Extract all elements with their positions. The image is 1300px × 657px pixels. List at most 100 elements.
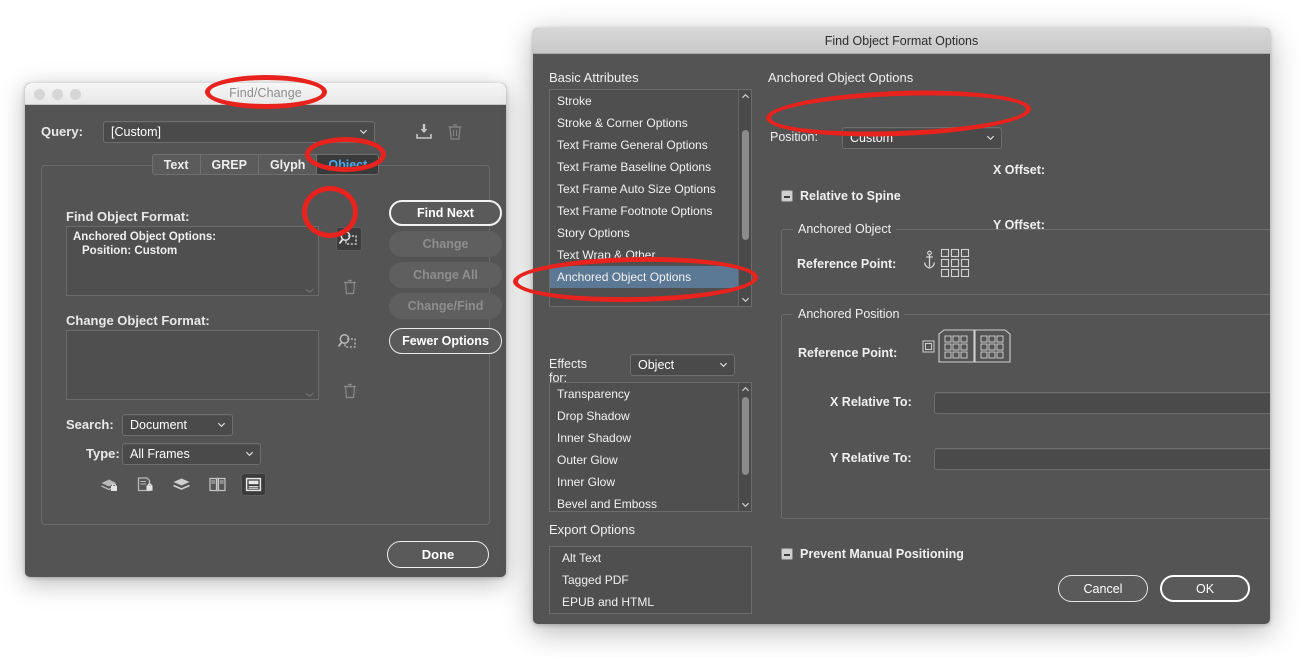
list-item-drop-shadow[interactable]: Drop Shadow bbox=[550, 405, 751, 427]
resize-grip-icon bbox=[305, 289, 314, 293]
search-scope-select[interactable]: Document bbox=[122, 414, 233, 436]
list-item-outer-glow[interactable]: Outer Glow bbox=[550, 449, 751, 471]
tab-glyph[interactable]: Glyph bbox=[258, 154, 318, 175]
anchored-object-legend: Anchored Object bbox=[793, 222, 897, 236]
chevron-up-icon[interactable] bbox=[741, 385, 750, 394]
include-locked-stories-icon[interactable] bbox=[133, 473, 158, 496]
list-item-alt-text[interactable]: Alt Text bbox=[550, 547, 751, 569]
list-item-text-frame-general-options[interactable]: Text Frame General Options bbox=[550, 134, 751, 156]
anchored-object-fieldset: Anchored Object Reference Point: bbox=[781, 222, 1270, 295]
change-object-format-box[interactable] bbox=[66, 330, 319, 400]
tab-grep[interactable]: GREP bbox=[200, 154, 259, 175]
basic-attributes-heading: Basic Attributes bbox=[549, 70, 639, 85]
x-relative-to-row: X Relative To: bbox=[798, 392, 1270, 414]
scrollbar-thumb[interactable] bbox=[742, 130, 749, 240]
list-item-text-frame-auto-size-options[interactable]: Text Frame Auto Size Options bbox=[550, 178, 751, 200]
scrollbar-thumb[interactable] bbox=[742, 397, 749, 475]
delete-query-icon[interactable] bbox=[445, 122, 465, 142]
specify-attributes-to-change-button[interactable] bbox=[336, 331, 362, 355]
chevron-down-icon bbox=[245, 451, 254, 457]
find-object-format-label: Find Object Format: bbox=[66, 209, 190, 224]
anchored-object-options-heading: Anchored Object Options bbox=[768, 70, 914, 85]
checkbox-mixed-icon[interactable] bbox=[781, 190, 793, 202]
clear-change-format-icon[interactable] bbox=[340, 381, 360, 401]
find-object-format-box[interactable]: Anchored Object Options: Position: Custo… bbox=[66, 226, 319, 296]
list-item-transparency[interactable]: Transparency bbox=[550, 383, 751, 405]
position-select[interactable]: Custom bbox=[842, 127, 1002, 149]
basic-attributes-scrollbar[interactable] bbox=[738, 90, 751, 306]
find-object-format-options-dialog: Find Object Format Options Basic Attribu… bbox=[533, 28, 1270, 624]
include-locked-layers-icon[interactable] bbox=[97, 473, 122, 496]
list-item-stroke-corner-options[interactable]: Stroke & Corner Options bbox=[550, 112, 751, 134]
export-options-list[interactable]: Alt Text Tagged PDF EPUB and HTML bbox=[549, 546, 752, 614]
save-query-icon[interactable] bbox=[413, 122, 435, 142]
type-select[interactable]: All Frames bbox=[122, 443, 261, 465]
clear-find-format-icon[interactable] bbox=[340, 277, 360, 297]
effects-for-select[interactable]: Object bbox=[630, 354, 735, 376]
y-offset-label: Y Offset: bbox=[993, 218, 1045, 232]
list-item-inner-shadow[interactable]: Inner Shadow bbox=[550, 427, 751, 449]
find-format-line-2: Position: Custom bbox=[82, 244, 178, 257]
y-relative-to-select[interactable] bbox=[934, 448, 1270, 470]
effects-scrollbar[interactable] bbox=[738, 383, 751, 511]
change-object-format-label: Change Object Format: bbox=[66, 313, 210, 328]
change-button[interactable]: Change bbox=[389, 231, 502, 257]
change-all-button[interactable]: Change All bbox=[389, 262, 502, 288]
chevron-down-icon bbox=[217, 422, 226, 428]
tab-object[interactable]: Object bbox=[317, 154, 380, 175]
relative-to-spine-checkbox[interactable]: Relative to Spine bbox=[781, 189, 901, 203]
anchored-position-reference-point-label: Reference Point: bbox=[798, 346, 898, 360]
prevent-manual-positioning-label: Prevent Manual Positioning bbox=[800, 547, 964, 561]
query-row: Query: [Custom] bbox=[41, 121, 492, 143]
list-item-anchored-object-options[interactable]: Anchored Object Options bbox=[550, 266, 751, 288]
anchored-position-spread-grid[interactable] bbox=[922, 328, 1017, 370]
chevron-down-icon bbox=[359, 129, 368, 135]
include-master-pages-icon[interactable] bbox=[205, 473, 230, 496]
list-item-bevel-and-emboss[interactable]: Bevel and Emboss bbox=[550, 493, 751, 511]
export-options-heading: Export Options bbox=[549, 522, 635, 537]
include-hidden-layers-icon[interactable] bbox=[169, 473, 194, 496]
chevron-up-icon[interactable] bbox=[741, 92, 750, 101]
search-label: Search: bbox=[66, 417, 114, 432]
position-value: Custom bbox=[850, 131, 894, 145]
cancel-button[interactable]: Cancel bbox=[1058, 575, 1148, 602]
find-next-button[interactable]: Find Next bbox=[389, 200, 502, 226]
chevron-down-icon[interactable] bbox=[741, 500, 750, 509]
position-label: Position: bbox=[770, 130, 818, 144]
fewer-options-button[interactable]: Fewer Options bbox=[389, 328, 502, 354]
query-label: Query: bbox=[41, 124, 83, 139]
prevent-manual-positioning-checkbox[interactable]: Prevent Manual Positioning bbox=[781, 547, 964, 561]
list-item-text-wrap-other[interactable]: Text Wrap & Other bbox=[550, 244, 751, 266]
done-button[interactable]: Done bbox=[387, 541, 489, 568]
chevron-down-icon[interactable] bbox=[741, 295, 750, 304]
type-label: Type: bbox=[86, 446, 120, 461]
list-item-inner-glow[interactable]: Inner Glow bbox=[550, 471, 751, 493]
query-select[interactable]: [Custom] bbox=[103, 121, 375, 143]
include-footnotes-icon[interactable] bbox=[241, 473, 266, 496]
x-offset-label: X Offset: bbox=[993, 163, 1046, 177]
search-scope-value: Document bbox=[130, 418, 187, 432]
type-value: All Frames bbox=[130, 447, 190, 461]
ok-button[interactable]: OK bbox=[1160, 575, 1250, 602]
search-mode-tabs: Text GREP Glyph Object bbox=[25, 154, 506, 175]
list-item-text-frame-baseline-options[interactable]: Text Frame Baseline Options bbox=[550, 156, 751, 178]
effects-for-value: Object bbox=[638, 358, 675, 372]
find-format-line-1: Anchored Object Options: bbox=[73, 231, 217, 243]
basic-attributes-list[interactable]: Stroke Stroke & Corner Options Text Fram… bbox=[549, 89, 752, 307]
resize-grip-icon bbox=[305, 393, 314, 397]
find-change-titlebar: Find/Change bbox=[25, 83, 506, 105]
list-item-tagged-pdf[interactable]: Tagged PDF bbox=[550, 569, 751, 591]
tab-text[interactable]: Text bbox=[151, 154, 201, 175]
list-item-epub-and-html[interactable]: EPUB and HTML bbox=[550, 591, 751, 613]
find-change-title: Find/Change bbox=[229, 86, 302, 100]
list-item-text-frame-footnote-options[interactable]: Text Frame Footnote Options bbox=[550, 200, 751, 222]
list-item-stroke[interactable]: Stroke bbox=[550, 90, 751, 112]
checkbox-mixed-icon[interactable] bbox=[781, 548, 793, 560]
specify-attributes-to-find-button[interactable] bbox=[336, 227, 362, 251]
list-item-story-options[interactable]: Story Options bbox=[550, 222, 751, 244]
change-find-button[interactable]: Change/Find bbox=[389, 293, 502, 319]
find-object-format-options-titlebar: Find Object Format Options bbox=[533, 28, 1270, 54]
x-relative-to-select[interactable] bbox=[934, 392, 1270, 414]
effects-list[interactable]: Transparency Drop Shadow Inner Shadow Ou… bbox=[549, 382, 752, 512]
anchored-object-reference-point-grid[interactable] bbox=[940, 248, 970, 278]
